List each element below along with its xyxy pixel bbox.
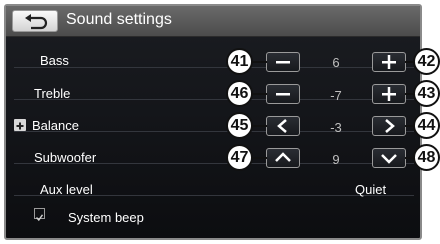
subwoofer-up-button[interactable] <box>266 148 300 168</box>
subwoofer-down-button[interactable] <box>372 148 406 168</box>
callout-48: 48 <box>413 144 440 171</box>
chevron-down-icon <box>381 154 397 164</box>
callout-47: 47 <box>226 144 253 171</box>
balance-value: -3 <box>330 120 342 135</box>
callout-43: 43 <box>413 80 440 107</box>
balance-left-button[interactable] <box>266 116 300 136</box>
balance-right-button[interactable] <box>372 116 406 136</box>
aux-level-label: Aux level <box>40 182 93 197</box>
chevron-left-icon <box>277 119 287 133</box>
treble-label: Treble <box>34 86 71 101</box>
subwoofer-value: 9 <box>332 152 340 167</box>
back-button[interactable] <box>12 10 58 32</box>
aux-level-value[interactable]: Quiet <box>355 182 386 197</box>
system-beep-checkbox[interactable] <box>34 208 45 222</box>
row-divider <box>14 99 414 100</box>
balance-label: Balance <box>32 118 79 133</box>
callout-41: 41 <box>226 48 253 75</box>
bass-value: 6 <box>332 55 340 70</box>
plus-square-icon <box>16 122 24 130</box>
treble-increase-button[interactable] <box>372 84 406 104</box>
expand-plus-square-icon[interactable] <box>14 119 26 131</box>
bass-decrease-button[interactable] <box>266 52 300 72</box>
subwoofer-label: Subwoofer <box>34 150 97 165</box>
treble-value: -7 <box>330 88 342 103</box>
title-bar: Sound settings <box>6 6 420 37</box>
row-divider <box>14 67 414 68</box>
chevron-up-icon <box>275 152 291 162</box>
callout-45: 45 <box>226 112 253 139</box>
bass-increase-button[interactable] <box>372 52 406 72</box>
back-arrow-icon <box>25 14 48 30</box>
callout-46: 46 <box>226 80 253 107</box>
chevron-right-icon <box>385 119 395 133</box>
page-title: Sound settings <box>66 11 172 28</box>
callout-42: 42 <box>413 48 440 75</box>
plus-icon <box>382 87 396 101</box>
system-beep-label: System beep <box>68 210 144 225</box>
bass-label: Bass <box>40 53 69 68</box>
checkbox-icon <box>35 214 44 222</box>
plus-icon <box>382 55 396 69</box>
minus-icon <box>276 93 290 96</box>
minus-icon <box>276 61 290 64</box>
treble-decrease-button[interactable] <box>266 84 300 104</box>
callout-44: 44 <box>413 112 440 139</box>
